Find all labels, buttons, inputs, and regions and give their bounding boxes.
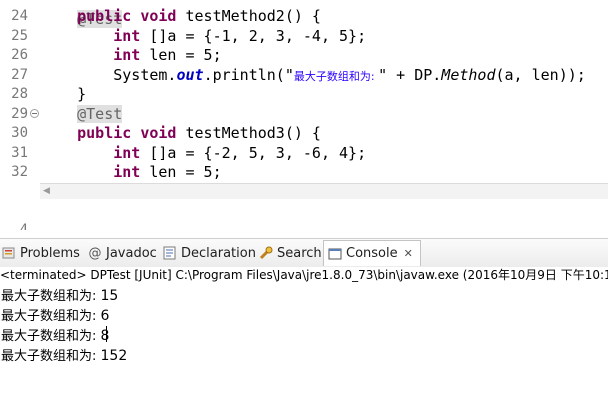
output-value: 152 <box>100 348 128 364</box>
at-icon: @ <box>88 246 102 261</box>
tab-search[interactable]: Search <box>259 241 322 265</box>
console-line: 最大子数组和为: 152 <box>1 346 127 366</box>
code-editor[interactable]: @Test 24 public void testMethod2() {25 i… <box>0 0 608 183</box>
line-number: 4 <box>19 222 28 230</box>
line-number: 28 <box>11 86 28 102</box>
keyword-token: int <box>113 163 141 181</box>
tab-problems[interactable]: Problems <box>2 241 80 265</box>
tab-search-label: Search <box>277 245 322 261</box>
code-token: } <box>41 85 87 103</box>
code-token: testMethod3() { <box>176 124 321 142</box>
output-label: 最大子数组和为: <box>1 349 101 364</box>
declaration-icon <box>163 246 177 260</box>
keyword-token: void <box>140 124 177 142</box>
code-line: 28 } <box>0 85 608 104</box>
code-text: int len = 5; <box>41 163 222 182</box>
code-line: 24 public void testMethod2() { <box>0 7 608 26</box>
code-line: 25 int []a = {-1, 2, 3, -4, 5}; <box>0 27 608 46</box>
code-token: len = 5; <box>140 163 222 181</box>
search-icon <box>259 246 273 260</box>
code-token: []a = {-1, 2, 3, -4, 5}; <box>140 26 367 45</box>
code-token: len = 5; <box>140 46 222 64</box>
string-token: 最大子数组和为: <box>293 69 379 83</box>
code-text: System.out.println("最大子数组和为: " + DP.Meth… <box>41 66 586 86</box>
output-label: 最大子数组和为: <box>1 289 101 304</box>
code-token: " + DP. <box>378 65 442 84</box>
code-token: .println(" <box>203 65 294 84</box>
code-line: 29 @Test <box>0 104 608 124</box>
code-text: @Test <box>41 104 123 124</box>
tab-declaration[interactable]: Declaration <box>163 241 256 265</box>
output-value: 6 <box>100 308 110 324</box>
code-text: int []a = {-2, 5, 3, -6, 4}; <box>41 144 366 163</box>
keyword-token: int <box>113 26 141 45</box>
console-line: 最大子数组和为: 15 <box>1 286 118 306</box>
horizontal-scrollbar[interactable]: ◀ <box>40 183 608 199</box>
problems-icon <box>2 246 16 260</box>
line-number: 24 <box>11 8 28 24</box>
keyword-token: int <box>113 46 141 64</box>
line-number: 29 <box>11 105 28 122</box>
console-line: 最大子数组和为: 8 <box>1 326 109 346</box>
text-caret <box>106 326 107 342</box>
code-line: 31 int []a = {-2, 5, 3, -6, 4}; <box>0 144 608 163</box>
code-line: 30 public void testMethod3() { <box>0 124 608 143</box>
keyword-token: public <box>77 7 132 25</box>
code-token: testMethod2() { <box>176 7 321 25</box>
console-output[interactable]: 最大子数组和为: 15 最大子数组和为: 6 最大子数组和为: 8 最大子数组和… <box>0 284 608 412</box>
view-tab-bar: Problems @ Javadoc Declaration Search Con… <box>0 238 608 268</box>
line-number: 25 <box>11 27 28 44</box>
tab-javadoc[interactable]: @ Javadoc <box>88 241 157 265</box>
code-text: public void testMethod3() { <box>41 124 321 143</box>
line-number: 26 <box>11 47 28 63</box>
tab-javadoc-label: Javadoc <box>106 245 157 261</box>
code-text: int []a = {-1, 2, 3, -4, 5}; <box>41 27 366 46</box>
code-line: 32 int len = 5; <box>0 163 608 182</box>
keyword-token: void <box>140 7 177 25</box>
keyword-token: public <box>77 124 132 142</box>
code-line: 27 System.out.println("最大子数组和为: " + DP.M… <box>0 66 608 85</box>
tab-problems-label: Problems <box>20 245 80 261</box>
line-number: 30 <box>11 125 28 141</box>
close-icon[interactable]: ✕ <box>404 247 413 260</box>
code-line: 26 int len = 5; <box>0 46 608 65</box>
code-text: } <box>41 85 86 104</box>
code-token: []a = {-2, 5, 3, -6, 4}; <box>140 143 367 162</box>
fold-toggle-icon[interactable] <box>30 108 39 118</box>
code-token: out <box>176 65 204 84</box>
tab-console-label: Console <box>346 246 398 261</box>
output-value: 8 <box>100 328 110 344</box>
code-token: (a, len)); <box>495 65 586 84</box>
tab-declaration-label: Declaration <box>181 245 256 261</box>
code-token: Method <box>441 65 496 84</box>
console-icon <box>328 247 342 261</box>
output-label: 最大子数组和为: <box>1 309 101 324</box>
line-number: 27 <box>11 66 28 83</box>
code-text: int len = 5; <box>41 46 222 65</box>
console-line: 最大子数组和为: 6 <box>1 306 109 326</box>
console-status: <terminated> DPTest [JUnit] C:\Program F… <box>0 267 608 284</box>
keyword-token: int <box>113 143 141 162</box>
output-value: 15 <box>100 288 119 304</box>
line-number: 32 <box>11 164 28 180</box>
tab-console[interactable]: Console ✕ <box>323 240 421 266</box>
code-text: public void testMethod2() { <box>41 7 321 26</box>
scroll-left-arrow-icon[interactable]: ◀ <box>43 186 50 196</box>
peek-line: 4 import org.junit.Before; <box>0 202 608 230</box>
output-label: 最大子数组和为: <box>1 329 101 344</box>
line-number: 31 <box>11 144 28 161</box>
annotation-token: @Test <box>77 104 123 123</box>
code-token: System. <box>41 65 177 84</box>
code-peek: 4 import org.junit.Before; <box>0 199 608 230</box>
